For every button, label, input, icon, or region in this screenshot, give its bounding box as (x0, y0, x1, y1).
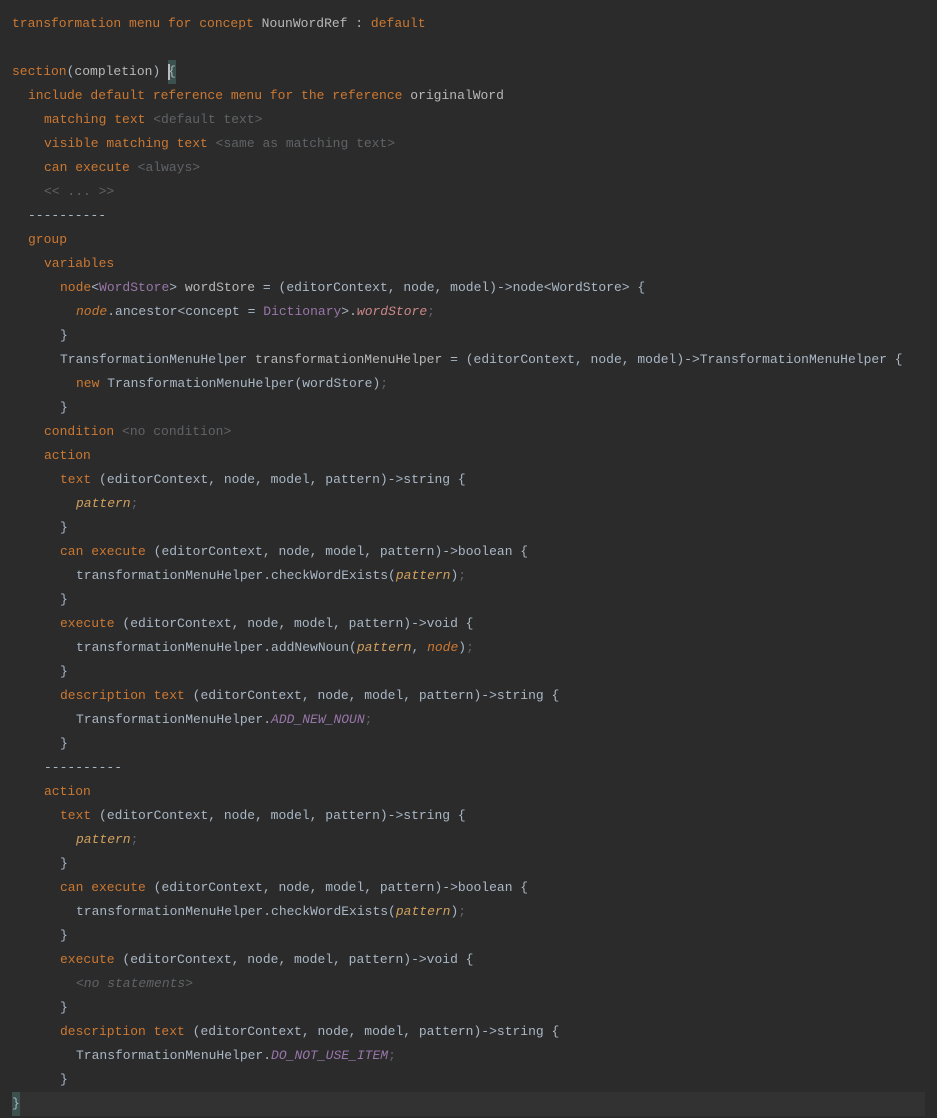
no-statements-placeholder[interactable]: <no statements> (76, 976, 193, 991)
matching-text-label: matching text (44, 112, 145, 127)
can-execute-label: can execute (44, 160, 130, 175)
action-keyword: action (44, 784, 91, 799)
group-keyword: group (28, 232, 67, 247)
close-brace: } (12, 1092, 20, 1116)
action-keyword: action (44, 448, 91, 463)
node-keyword: node (60, 280, 91, 295)
include-line: include default reference menu for the r… (12, 84, 925, 108)
code-editor[interactable]: transformation menu for concept NounWord… (12, 12, 925, 1116)
condition-label: condition (44, 424, 114, 439)
visible-matching-placeholder[interactable]: <same as matching text> (216, 136, 395, 151)
header-line: transformation menu for concept NounWord… (12, 12, 925, 36)
separator: ---------- (44, 760, 122, 775)
condition-placeholder[interactable]: <no condition> (122, 424, 231, 439)
visible-matching-label: visible matching text (44, 136, 208, 151)
separator: ---------- (28, 208, 106, 223)
section-line: section(completion) { (12, 60, 925, 84)
closing-brace-line: } (12, 1092, 925, 1116)
variables-keyword: variables (44, 256, 114, 271)
header-keyword: transformation menu for concept (12, 16, 254, 31)
open-brace: { (168, 60, 176, 84)
can-execute-placeholder[interactable]: <always> (138, 160, 200, 175)
matching-text-placeholder[interactable]: <default text> (153, 112, 262, 127)
header-suffix: default (371, 16, 426, 31)
more-placeholder[interactable]: << ... >> (44, 184, 114, 199)
header-concept: NounWordRef (262, 16, 348, 31)
